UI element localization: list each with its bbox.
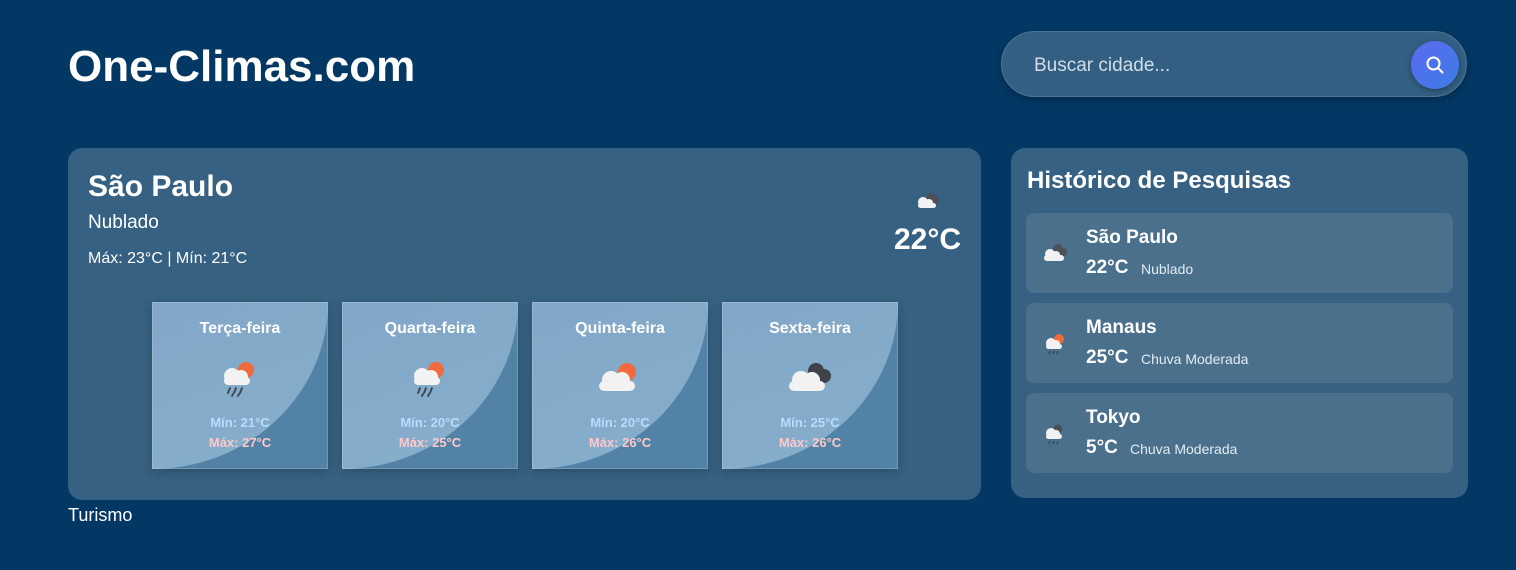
history-title: Histórico de Pesquisas xyxy=(1027,167,1292,194)
rain-cloud-icon xyxy=(1046,424,1063,445)
current-city-name: São Paulo xyxy=(88,170,234,203)
forecast-min-temp: Mín: 25°C xyxy=(780,415,840,430)
forecast-card-friday: Sexta-feira Mín: 25°C Máx: 26°C xyxy=(722,302,898,469)
search-history-card: Histórico de Pesquisas São Paulo 22°C Nu… xyxy=(1011,148,1468,498)
history-description: Chuva Moderada xyxy=(1141,351,1249,367)
history-temp: 25°C xyxy=(1086,347,1129,368)
partly-cloudy-icon xyxy=(599,363,636,391)
rain-sun-icon xyxy=(224,362,254,397)
forecast-min-temp: Mín: 20°C xyxy=(400,415,460,430)
history-item-manaus[interactable]: Manaus 25°C Chuva Moderada xyxy=(1026,303,1453,383)
forecast-day-name: Quinta-feira xyxy=(575,320,665,337)
forecast-max-temp: Máx: 25°C xyxy=(398,435,462,450)
forecast-day-name: Quarta-feira xyxy=(384,320,476,337)
forecast-max-temp: Máx: 26°C xyxy=(778,435,842,450)
forecast-day-name: Sexta-feira xyxy=(769,320,851,337)
current-temperature: 22°C xyxy=(894,223,962,256)
page: One-Climas.com São Paulo Nublado Máx: 23… xyxy=(0,0,1516,570)
history-temp: 5°C xyxy=(1086,437,1118,458)
forecast-max-temp: Máx: 27°C xyxy=(208,435,272,450)
forecast-day-name: Terça-feira xyxy=(199,320,281,337)
history-item-sao-paulo[interactable]: São Paulo 22°C Nublado xyxy=(1026,213,1453,293)
current-min-max: Máx: 23°C | Mín: 21°C xyxy=(88,250,248,267)
history-item-tokyo[interactable]: Tokyo 5°C Chuva Moderada xyxy=(1026,393,1453,473)
history-temp: 22°C xyxy=(1086,257,1129,278)
search-button[interactable] xyxy=(1411,41,1459,89)
history-city: Tokyo xyxy=(1086,407,1141,428)
forecast-card-thursday: Quinta-feira Mín: 20°C Máx: 26°C xyxy=(532,302,708,469)
current-weather-card: São Paulo Nublado Máx: 23°C | Mín: 21°C … xyxy=(68,148,981,500)
forecast-max-temp: Máx: 26°C xyxy=(588,435,652,450)
forecast-min-temp: Mín: 21°C xyxy=(210,415,270,430)
forecast-card-wednesday: Quarta-feira Mín: 20°C Máx: 25°C xyxy=(342,302,518,469)
cloudy-icon xyxy=(789,363,831,391)
current-description: Nublado xyxy=(88,212,159,233)
search-input[interactable] xyxy=(1032,50,1396,82)
forecast-min-temp: Mín: 20°C xyxy=(590,415,650,430)
cloudy-icon xyxy=(918,193,939,208)
rain-sun-icon xyxy=(1046,334,1064,355)
history-city: Manaus xyxy=(1086,317,1157,338)
history-description: Nublado xyxy=(1141,261,1194,277)
tourism-link[interactable]: Turismo xyxy=(68,505,132,526)
history-city: São Paulo xyxy=(1086,227,1178,248)
forecast-card-tuesday: Terça-feira Mín: 21°C Máx: 27°C xyxy=(152,302,328,469)
search-bar xyxy=(1001,31,1467,97)
search-icon xyxy=(1426,56,1444,74)
site-title: One-Climas.com xyxy=(68,42,416,91)
cloudy-icon xyxy=(1044,244,1067,261)
rain-sun-icon xyxy=(414,362,444,397)
history-description: Chuva Moderada xyxy=(1130,441,1238,457)
